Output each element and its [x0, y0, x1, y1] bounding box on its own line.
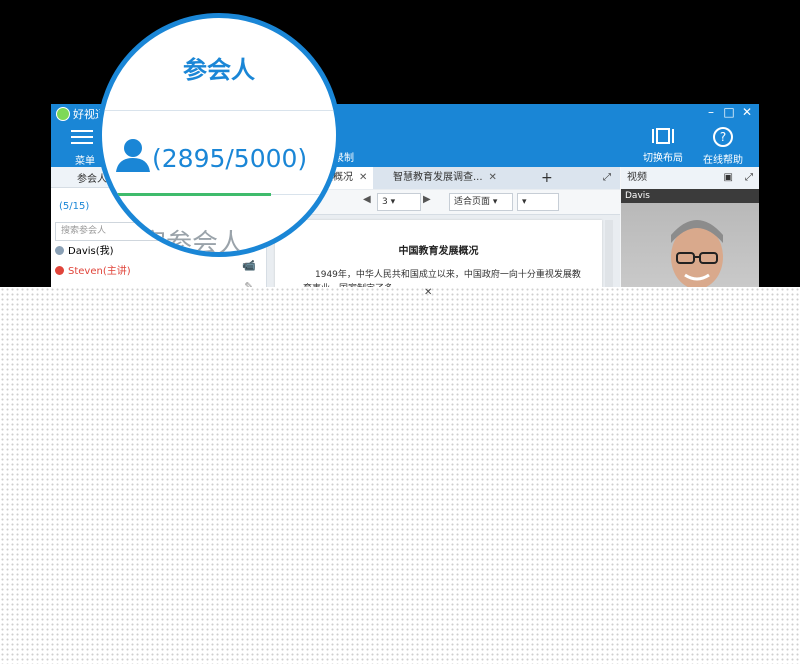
switch-layout-label: 切换布局 — [643, 153, 683, 164]
page-number-value: 3 — [382, 197, 388, 207]
participant-name: Steven(主讲) — [68, 266, 131, 277]
magnifier-divider — [102, 110, 336, 111]
zoom-select[interactable]: ▾ — [517, 193, 559, 211]
magnifier-title: 参会人 — [183, 56, 255, 84]
overlay-close-icon[interactable]: ✕ — [424, 287, 432, 298]
page-number-select[interactable]: 3 ▾ — [377, 193, 421, 211]
magnifier-count-text: (2895/5000) — [152, 144, 308, 173]
user-icon — [55, 246, 64, 255]
video-person-name: Davis — [621, 189, 759, 203]
help-icon: ? — [713, 127, 733, 147]
video-settings-icon[interactable]: ▣ — [724, 167, 733, 189]
video-expand-icon[interactable]: ⤢ — [745, 167, 753, 189]
camera-icon[interactable]: 📹 — [234, 259, 264, 272]
prev-page-icon[interactable]: ◀ — [363, 194, 371, 205]
magnifier-count: (2895/5000) — [114, 138, 307, 173]
hamburger-icon — [71, 130, 93, 132]
dotted-overlay — [0, 287, 800, 664]
close-icon[interactable]: ✕ — [739, 104, 755, 120]
fit-page-value: 适合页面 — [454, 197, 491, 207]
add-tab-icon[interactable]: + — [535, 167, 559, 189]
close-tab-icon[interactable]: ✕ — [489, 172, 497, 183]
layout-icon — [652, 128, 674, 144]
menu-button[interactable]: 菜单 — [69, 128, 99, 167]
switch-layout-button[interactable]: 切换布局 — [633, 126, 693, 164]
magnifier-subtitle: 家参会人 — [140, 229, 245, 257]
fit-page-select[interactable]: 适合页面 ▾ — [449, 193, 513, 211]
online-help-label: 在线帮助 — [703, 155, 743, 166]
video-title: 视频 — [627, 172, 647, 183]
active-tab-indicator — [107, 193, 271, 196]
minimize-icon[interactable]: – — [703, 104, 719, 120]
video-panel-header: 视频 ▣ ⤢ — [621, 167, 759, 189]
expand-icon[interactable]: ⤢ — [597, 167, 617, 189]
participant-name: Davis(我) — [68, 246, 114, 257]
user-icon — [55, 266, 64, 275]
svg-text:?: ? — [720, 130, 726, 144]
participants-count: (5/15) — [59, 201, 90, 212]
close-tab-icon[interactable]: ✕ — [359, 172, 367, 183]
menu-label: 菜单 — [75, 156, 95, 167]
participant-row[interactable]: Steven(主讲) — [55, 262, 131, 282]
magnifier-callout: 参会人 (2895/5000) 家参会人 — [97, 13, 341, 257]
online-help-button[interactable]: ? 在线帮助 — [693, 126, 753, 166]
participant-row[interactable]: Davis(我) — [55, 242, 114, 262]
next-page-icon[interactable]: ▶ — [423, 194, 431, 205]
app-logo-icon — [56, 107, 70, 121]
maximize-icon[interactable]: □ — [721, 104, 737, 120]
tab-label: 智慧教育发展调查... — [393, 172, 483, 183]
user-icon — [116, 139, 150, 172]
tab-underline — [271, 194, 336, 195]
tab-document-2[interactable]: 智慧教育发展调查... ✕ — [387, 167, 503, 189]
document-heading: 中国教育发展概况 — [398, 246, 479, 257]
